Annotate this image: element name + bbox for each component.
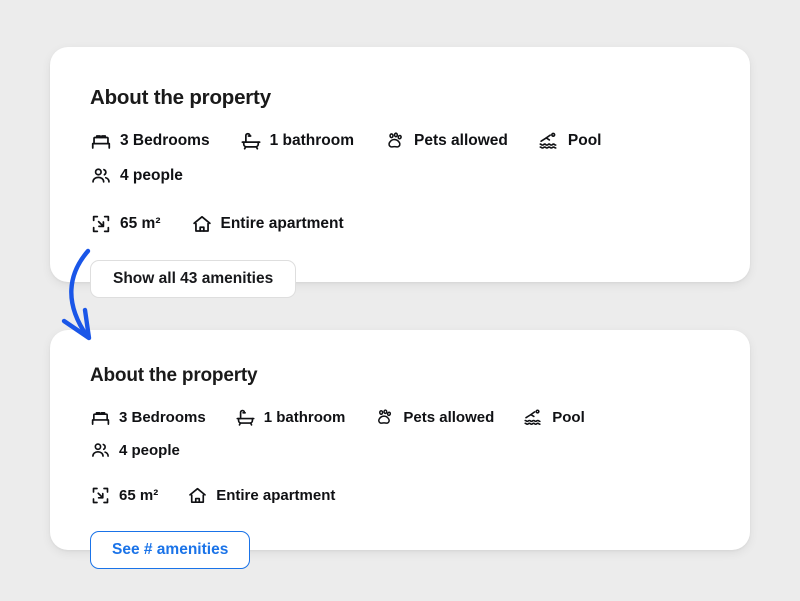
amenity-list-original: 3 Bedrooms 1 bathroom Pets allowed Pool … xyxy=(90,130,710,235)
amenity-pets: Pets allowed xyxy=(384,130,508,152)
area-icon xyxy=(90,485,111,506)
home-icon xyxy=(187,485,208,506)
amenity-people: 4 people xyxy=(90,165,183,187)
paw-icon xyxy=(374,407,395,428)
bathtub-icon xyxy=(240,130,262,152)
property-card-original: About the property 3 Bedrooms 1 bathroom… xyxy=(50,47,750,298)
home-icon xyxy=(191,213,213,235)
page-title-variant: About the property xyxy=(90,365,258,386)
amenity-pool: Pool xyxy=(538,130,602,152)
see-amenities-button[interactable]: See # amenities xyxy=(90,531,251,569)
amenity-bedrooms: 3 Bedrooms xyxy=(90,407,206,428)
pool-icon xyxy=(523,407,544,428)
amenity-label: 3 Bedrooms xyxy=(119,409,206,426)
amenity-label: Entire apartment xyxy=(220,215,344,232)
amenity-property-type: Entire apartment xyxy=(187,485,335,506)
bathtub-icon xyxy=(235,407,256,428)
amenity-list-variant: 3 Bedrooms 1 bathroom Pets allowed Pool … xyxy=(90,407,710,506)
amenity-bedrooms: 3 Bedrooms xyxy=(90,130,210,152)
pool-icon xyxy=(538,130,560,152)
amenity-label: 3 Bedrooms xyxy=(120,132,210,149)
amenity-label: 1 bathroom xyxy=(269,132,354,149)
amenity-people: 4 people xyxy=(90,440,180,461)
amenity-bathroom: 1 bathroom xyxy=(240,130,354,152)
amenity-area: 65 m² xyxy=(90,485,158,506)
amenity-label: 1 bathroom xyxy=(263,409,346,426)
amenity-label: Pets allowed xyxy=(403,409,495,426)
amenity-label: 65 m² xyxy=(119,487,159,504)
show-all-amenities-button[interactable]: Show all 43 amenities xyxy=(90,260,297,298)
amenity-pets: Pets allowed xyxy=(374,407,494,428)
area-icon xyxy=(90,213,112,235)
amenity-label: 4 people xyxy=(120,167,183,184)
amenity-label: Entire apartment xyxy=(216,487,336,504)
property-card-variant: About the property 3 Bedrooms 1 bathroom… xyxy=(50,330,750,569)
bed-icon xyxy=(90,407,111,428)
amenity-label: 65 m² xyxy=(120,215,161,232)
amenity-bathroom: 1 bathroom xyxy=(235,407,346,428)
amenity-label: Pool xyxy=(552,409,585,426)
people-icon xyxy=(90,440,111,461)
amenity-label: Pets allowed xyxy=(414,132,508,149)
bed-icon xyxy=(90,130,112,152)
amenity-label: 4 people xyxy=(119,442,180,459)
people-icon xyxy=(90,165,112,187)
paw-icon xyxy=(384,130,406,152)
amenity-property-type: Entire apartment xyxy=(191,213,344,235)
amenity-pool: Pool xyxy=(523,407,585,428)
amenity-label: Pool xyxy=(567,132,602,149)
page-root: About the property 3 Bedrooms 1 bathroom… xyxy=(0,0,800,601)
amenity-area: 65 m² xyxy=(90,213,161,235)
page-title: About the property xyxy=(90,86,271,109)
